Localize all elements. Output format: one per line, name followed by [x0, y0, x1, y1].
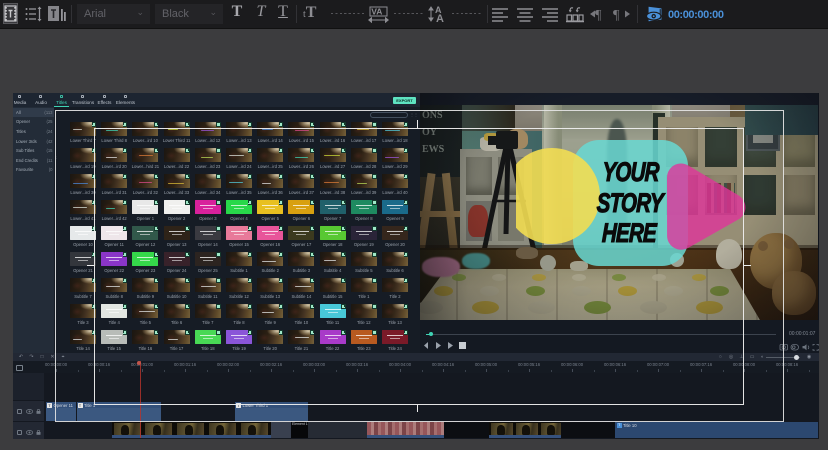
svg-text:¶: ¶ [595, 8, 602, 22]
svg-text:A: A [436, 13, 444, 24]
svg-text:¶: ¶ [613, 8, 620, 22]
svg-text:VA: VA [371, 7, 382, 17]
